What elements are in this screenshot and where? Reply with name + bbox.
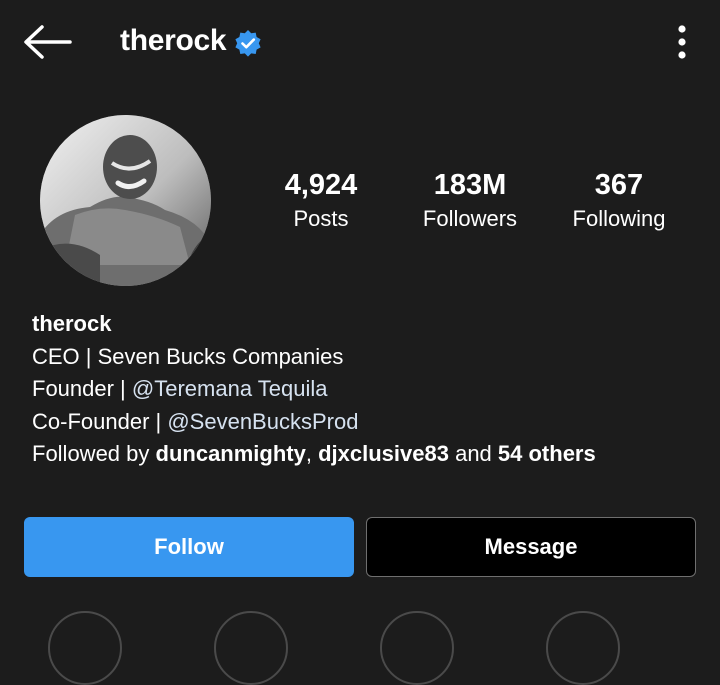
bio-founder-prefix: Founder | — [32, 376, 132, 401]
bio-line-cofounder: Co-Founder | @SevenBucksProd — [32, 406, 596, 439]
top-bar: therock — [0, 0, 720, 86]
followed-by-separator: , — [305, 441, 319, 466]
bio-line-founder: Founder | @Teremana Tequila — [32, 373, 596, 406]
following-label: Following — [572, 206, 666, 231]
avatar[interactable] — [40, 115, 211, 286]
verified-badge-icon — [235, 30, 261, 57]
bio: therock CEO | Seven Bucks Companies Foun… — [32, 308, 596, 471]
posts-label: Posts — [293, 206, 349, 231]
following-stat[interactable]: 367 Following — [558, 168, 680, 234]
message-button[interactable]: Message — [366, 517, 696, 577]
followers-count: 183M — [433, 169, 507, 201]
bio-cofounder-prefix: Co-Founder | — [32, 408, 168, 434]
followed-by-prefix: Followed by — [32, 441, 156, 466]
story-highlight[interactable] — [214, 611, 288, 685]
following-count: 367 — [594, 169, 644, 201]
profile-photo — [40, 115, 211, 286]
followed-by-user-2[interactable]: djxclusive83 — [318, 441, 449, 466]
followed-by-others[interactable]: 54 others — [498, 441, 596, 466]
mention-link-teremana[interactable]: @Teremana Tequila — [132, 376, 328, 401]
followed-by-and: and — [448, 441, 498, 466]
followers-label: Followers — [422, 206, 518, 231]
bio-name: therock — [32, 311, 112, 336]
followed-by-line[interactable]: Followed by duncanmighty, djxclusive83 a… — [32, 438, 596, 471]
posts-stat: 4,924 Posts — [271, 168, 371, 234]
bio-line-ceo: CEO | Seven Bucks Companies — [32, 343, 344, 369]
follow-button[interactable]: Follow — [24, 517, 354, 577]
story-highlight[interactable] — [546, 611, 620, 685]
more-vertical-icon[interactable] — [672, 24, 692, 62]
posts-count: 4,924 — [284, 169, 358, 201]
arrow-left-icon[interactable] — [22, 24, 72, 60]
page-title: therock — [120, 24, 227, 57]
mention-link-sevenbucksprod[interactable]: @SevenBucksProd — [167, 409, 358, 434]
story-highlight[interactable] — [48, 611, 122, 685]
followers-stat[interactable]: 183M Followers — [405, 168, 535, 234]
followed-by-user-1[interactable]: duncanmighty — [156, 441, 306, 466]
story-highlight[interactable] — [380, 611, 454, 685]
